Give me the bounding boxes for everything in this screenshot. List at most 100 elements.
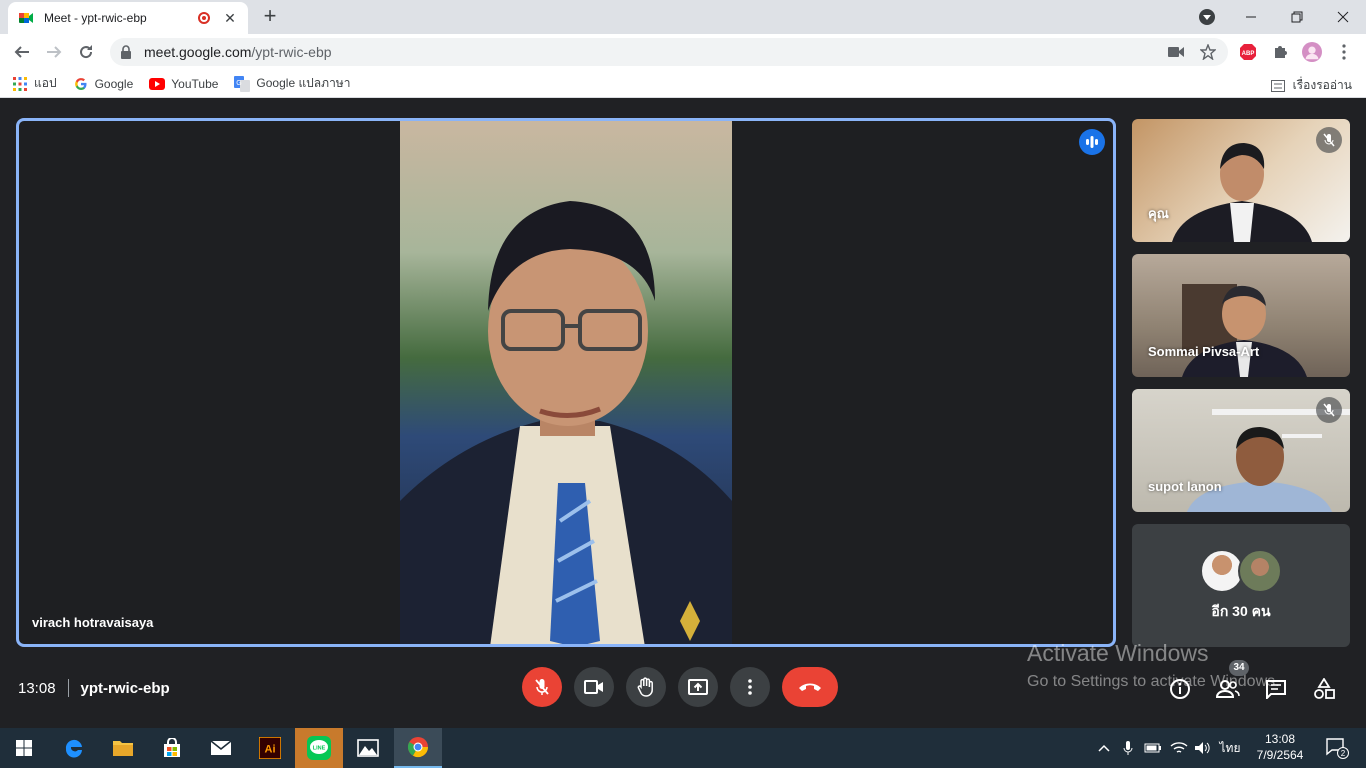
activities-shapes-icon — [1314, 678, 1335, 699]
windows-taskbar: Ai LINE ไทย 13:08 7/9/2564 2 — [0, 728, 1366, 768]
profile-avatar[interactable] — [1302, 42, 1322, 62]
browser-tab-strip: Meet - ypt-rwic-ebp ✕ + — [0, 0, 1366, 34]
mail-icon — [210, 740, 232, 755]
main-speaker-tile[interactable]: virach hotravaisaya — [16, 118, 1116, 647]
photos-icon — [357, 739, 379, 757]
leave-call-button[interactable] — [782, 667, 838, 707]
edge-icon — [65, 739, 82, 758]
taskbar-mail[interactable] — [197, 728, 245, 768]
video-camera-icon — [584, 680, 603, 694]
reading-list-label: เรื่องรออ่าน — [1292, 78, 1352, 92]
taskbar-chrome[interactable] — [394, 728, 442, 768]
bookmark-label: แอป — [34, 76, 57, 90]
bookmark-label: YouTube — [171, 76, 219, 91]
more-options-button[interactable] — [730, 667, 770, 707]
arrow-right-icon — [47, 46, 62, 58]
avatar — [1238, 548, 1282, 593]
raise-hand-button[interactable] — [626, 667, 666, 707]
start-button[interactable] — [0, 728, 48, 768]
clock-date: 7/9/2564 — [1256, 748, 1304, 762]
meet-stage: virach hotravaisaya คุณ Sommai Pivsa-Art — [0, 98, 1366, 728]
reading-list-button[interactable]: เรื่องรออ่าน — [1270, 76, 1352, 95]
participant-tile-sommai[interactable]: Sommai Pivsa-Art — [1132, 254, 1350, 377]
illustrator-icon: Ai — [259, 737, 281, 759]
meeting-details-button[interactable] — [1168, 677, 1192, 701]
chat-icon — [1266, 680, 1286, 699]
svg-text:G: G — [237, 80, 242, 87]
tray-language[interactable]: ไทย — [1214, 728, 1246, 768]
tray-microphone-icon[interactable] — [1118, 728, 1138, 768]
bookmark-star-icon[interactable] — [1198, 42, 1218, 62]
participant-name: Sommai Pivsa-Art — [1148, 344, 1260, 359]
taskbar-store[interactable] — [148, 728, 196, 768]
reading-list-icon — [1270, 79, 1285, 92]
address-bar[interactable]: meet.google.com/ypt-rwic-ebp — [110, 38, 1228, 66]
tab-search-icon[interactable] — [1198, 8, 1216, 26]
arrow-left-icon — [14, 46, 29, 58]
tab-title: Meet - ypt-rwic-ebp — [44, 11, 147, 25]
restore-button[interactable] — [1274, 0, 1320, 34]
forward-button[interactable] — [42, 40, 66, 64]
chrome-menu-icon[interactable] — [1334, 42, 1354, 62]
participant-tile-self[interactable]: คุณ — [1132, 119, 1350, 242]
camera-in-use-icon[interactable] — [1166, 42, 1186, 62]
meeting-code: ypt-rwic-ebp — [80, 679, 170, 697]
tray-battery-icon[interactable] — [1142, 728, 1164, 768]
tray-wifi-icon[interactable] — [1168, 728, 1190, 768]
apps-grid-icon — [12, 76, 28, 92]
camera-toggle-button[interactable] — [574, 667, 614, 707]
reload-icon — [80, 45, 93, 59]
participant-avatars — [1200, 548, 1282, 593]
more-vert-icon — [748, 679, 752, 695]
taskbar-illustrator[interactable]: Ai — [246, 728, 294, 768]
browser-tab[interactable]: Meet - ypt-rwic-ebp ✕ — [8, 2, 248, 34]
taskbar-photos[interactable] — [344, 728, 392, 768]
show-everyone-button[interactable] — [1216, 677, 1240, 701]
google-meet-icon — [19, 13, 33, 23]
taskbar-clock[interactable]: 13:08 7/9/2564 — [1250, 731, 1310, 763]
people-icon — [1216, 680, 1240, 698]
bookmark-google-translate[interactable]: G Google แปลภาษา — [234, 74, 350, 93]
url-path: /ypt-rwic-ebp — [251, 44, 332, 60]
participant-name: คุณ — [1148, 206, 1169, 221]
recording-indicator-icon — [198, 12, 210, 24]
tray-volume-icon[interactable] — [1192, 728, 1212, 768]
bookmark-youtube[interactable]: YouTube — [149, 76, 218, 92]
action-center-button[interactable]: 2 — [1320, 728, 1354, 768]
participant-tile-supot[interactable]: supot lanon — [1132, 389, 1350, 512]
mic-off-icon — [535, 679, 549, 695]
present-icon — [688, 679, 708, 695]
line-app-icon: LINE — [307, 736, 331, 760]
store-bag-icon — [164, 738, 180, 757]
activities-button[interactable] — [1312, 677, 1336, 701]
close-window-button[interactable] — [1320, 0, 1366, 34]
extensions-puzzle-icon[interactable] — [1270, 42, 1290, 62]
line-label: LINE — [313, 746, 326, 752]
bookmark-google[interactable]: Google — [73, 76, 133, 92]
bookmarks-bar: แอป Google YouTube G Google แปลภาษา เรื่… — [0, 70, 1366, 98]
mic-off-icon — [1316, 397, 1342, 423]
reload-button[interactable] — [74, 40, 98, 64]
chat-button[interactable] — [1264, 677, 1288, 701]
microphone-toggle-button[interactable] — [522, 667, 562, 707]
back-button[interactable] — [10, 40, 34, 64]
participant-name: supot lanon — [1148, 479, 1222, 494]
taskbar-edge[interactable] — [50, 728, 98, 768]
lock-icon — [121, 45, 131, 59]
bookmark-apps[interactable]: แอป — [12, 74, 57, 93]
new-tab-button[interactable]: + — [258, 5, 282, 29]
folder-icon — [113, 741, 133, 756]
taskbar-file-explorer[interactable] — [99, 728, 147, 768]
more-participants-tile[interactable]: อีก 30 คน — [1132, 524, 1350, 647]
google-translate-icon: G — [234, 75, 251, 92]
meeting-details: 13:08 ypt-rwic-ebp — [18, 679, 170, 697]
close-tab-icon[interactable]: ✕ — [222, 10, 238, 27]
bookmark-label: Google แปลภาษา — [256, 76, 351, 90]
present-screen-button[interactable] — [678, 667, 718, 707]
minimize-button[interactable] — [1228, 0, 1274, 34]
adblock-extension-icon[interactable]: ABP — [1238, 42, 1258, 62]
speaker-figure — [400, 201, 732, 644]
url-host: meet.google.com — [144, 44, 252, 60]
tray-overflow-icon[interactable] — [1094, 728, 1114, 768]
taskbar-line[interactable]: LINE — [295, 728, 343, 768]
